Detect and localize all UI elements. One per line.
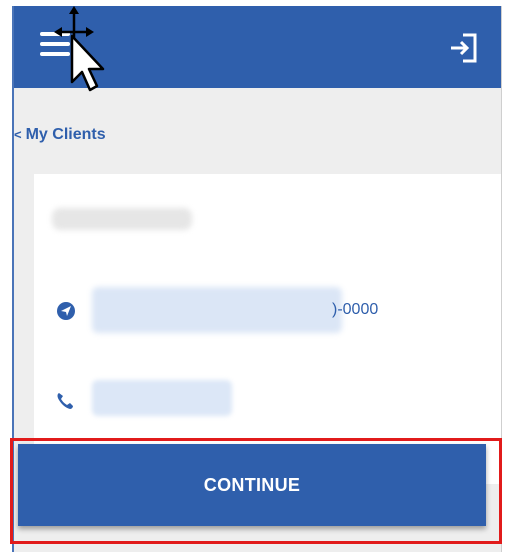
client-address-redacted: [92, 287, 342, 333]
continue-button[interactable]: CONTINUE: [18, 444, 486, 526]
back-link-label: My Clients: [25, 126, 106, 143]
back-to-my-clients-link[interactable]: < My Clients: [14, 126, 106, 144]
client-name-redacted: [52, 208, 192, 230]
client-phone-redacted: [92, 380, 232, 416]
client-address-row[interactable]: )-0000: [56, 287, 476, 333]
client-address-text: )-0000: [332, 301, 379, 318]
chevron-left-icon: <: [14, 127, 22, 142]
location-arrow-icon: [57, 302, 75, 320]
logout-icon[interactable]: [447, 31, 481, 65]
phone-icon: [57, 393, 73, 409]
client-phone-row[interactable]: [56, 380, 356, 416]
move-cursor-icon: [54, 6, 105, 92]
